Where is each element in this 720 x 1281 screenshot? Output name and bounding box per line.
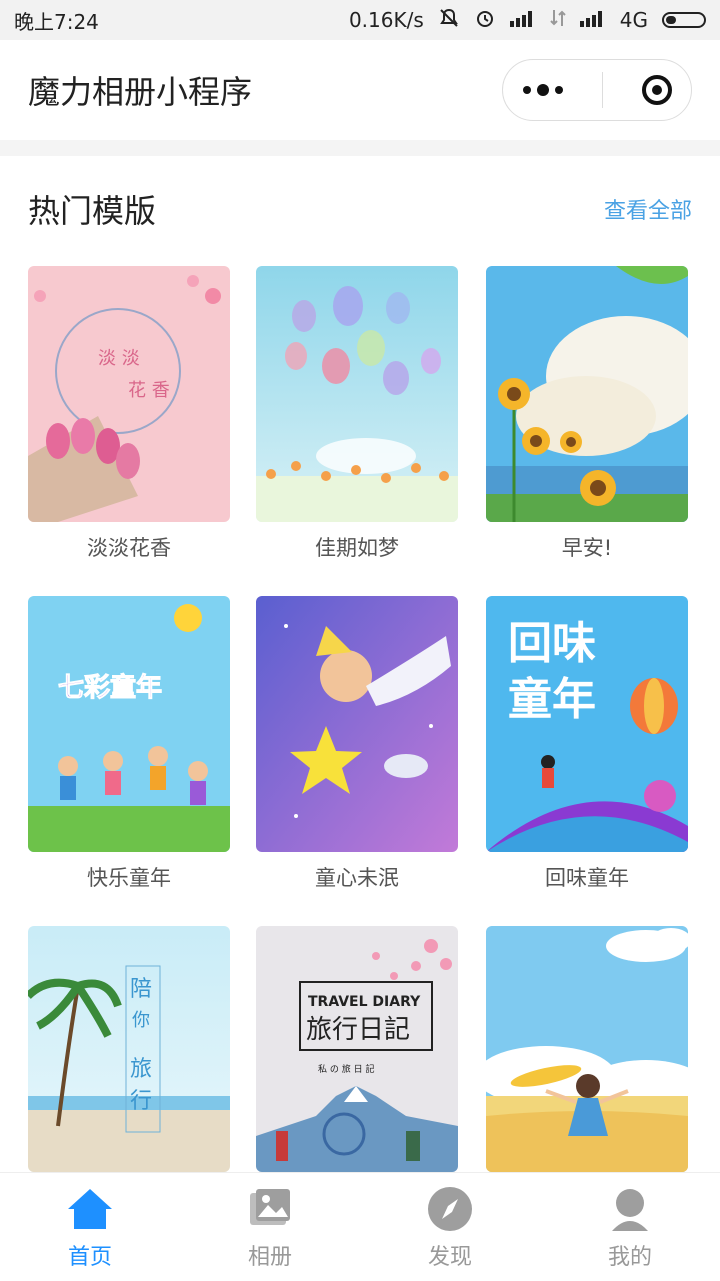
capsule-divider: [601, 72, 603, 108]
svg-text:行: 行: [130, 1089, 152, 1114]
signal-icon: [509, 8, 536, 32]
template-thumbnail[interactable]: 陪 你 旅 行: [28, 926, 230, 1172]
mute-icon: [438, 7, 460, 34]
album-icon: [250, 1189, 290, 1225]
tab-label: 首页: [67, 1245, 112, 1270]
template-thumbnail[interactable]: [486, 926, 688, 1172]
template-name: 童心未泯: [315, 866, 399, 890]
template-card[interactable]: 淡 淡 花 香 淡淡花香: [28, 266, 230, 562]
alarm-icon: [474, 7, 496, 34]
view-all-link[interactable]: 查看全部: [604, 193, 692, 225]
network-type: 4G: [619, 8, 648, 32]
close-miniprogram-icon[interactable]: [641, 75, 672, 105]
template-card[interactable]: 回味 童年 回味童年: [486, 596, 688, 892]
signal-icon-2: [579, 8, 606, 32]
tab-label: 我的: [607, 1245, 652, 1270]
tab-discover[interactable]: 发现: [360, 1173, 540, 1271]
template-name: 早安!: [561, 536, 613, 560]
template-card[interactable]: 陪 你 旅 行: [28, 926, 230, 1182]
template-card[interactable]: 七彩童年 快乐童年: [28, 596, 230, 892]
compass-icon: [428, 1187, 472, 1231]
svg-text:旅行日記: 旅行日記: [306, 1015, 410, 1045]
template-card[interactable]: TRAVEL DIARY 旅行日記 私 の 旅 日 記: [256, 926, 458, 1182]
template-card[interactable]: [486, 926, 688, 1182]
divider: [0, 140, 720, 156]
template-card[interactable]: 早安!: [486, 266, 688, 562]
svg-text:童年: 童年: [508, 674, 596, 725]
menu-capsule: [502, 59, 692, 121]
svg-text:淡 淡: 淡 淡: [98, 348, 140, 369]
template-card[interactable]: 佳期如梦: [256, 266, 458, 562]
svg-text:旅: 旅: [130, 1057, 152, 1082]
tab-me[interactable]: 我的: [540, 1173, 720, 1271]
template-thumbnail[interactable]: [486, 266, 688, 522]
svg-text:私 の 旅 日 記: 私 の 旅 日 記: [318, 1063, 374, 1075]
status-time: 晚上7:24: [14, 9, 99, 34]
tab-home[interactable]: 首页: [0, 1173, 180, 1271]
template-card[interactable]: 童心未泯: [256, 596, 458, 892]
template-thumbnail[interactable]: [256, 266, 458, 522]
section-header: 热门模版 查看全部: [28, 186, 692, 232]
status-bar: 晚上7:24 0.16K/s 4G: [0, 0, 720, 40]
tab-bar: 首页 相册 发现 我的: [0, 1172, 720, 1281]
template-thumbnail[interactable]: 七彩童年: [28, 596, 230, 852]
template-name: 快乐童年: [87, 866, 171, 890]
template-thumbnail[interactable]: [256, 596, 458, 852]
template-name: 佳期如梦: [315, 536, 399, 560]
svg-text:TRAVEL DIARY: TRAVEL DIARY: [308, 994, 421, 1010]
svg-text:回味: 回味: [508, 618, 596, 669]
status-right: 0.16K/s 4G: [349, 7, 706, 34]
home-icon: [68, 1189, 112, 1229]
svg-text:七彩童年: 七彩童年: [58, 672, 162, 703]
svg-text:花 香: 花 香: [128, 380, 170, 401]
svg-text:你: 你: [132, 1010, 150, 1031]
tab-album[interactable]: 相册: [180, 1173, 360, 1271]
network-speed: 0.16K/s: [348, 8, 424, 32]
template-thumbnail[interactable]: TRAVEL DIARY 旅行日記 私 の 旅 日 記: [256, 926, 458, 1172]
tab-label: 发现: [427, 1245, 472, 1270]
page-title: 魔力相册小程序: [28, 73, 253, 111]
template-thumbnail[interactable]: 淡 淡 花 香: [28, 266, 230, 522]
user-icon: [612, 1189, 648, 1231]
template-thumbnail[interactable]: 回味 童年: [486, 596, 688, 852]
section-title: 热门模版: [28, 192, 157, 230]
svg-text:陪: 陪: [130, 977, 152, 1002]
more-icon[interactable]: [522, 84, 563, 96]
template-name: 淡淡花香: [87, 536, 171, 560]
template-name: 回味童年: [545, 866, 629, 890]
tab-label: 相册: [247, 1245, 292, 1270]
nav-bar: 魔力相册小程序: [0, 40, 720, 140]
battery-icon: [662, 12, 706, 28]
data-transfer-icon: [550, 8, 566, 33]
